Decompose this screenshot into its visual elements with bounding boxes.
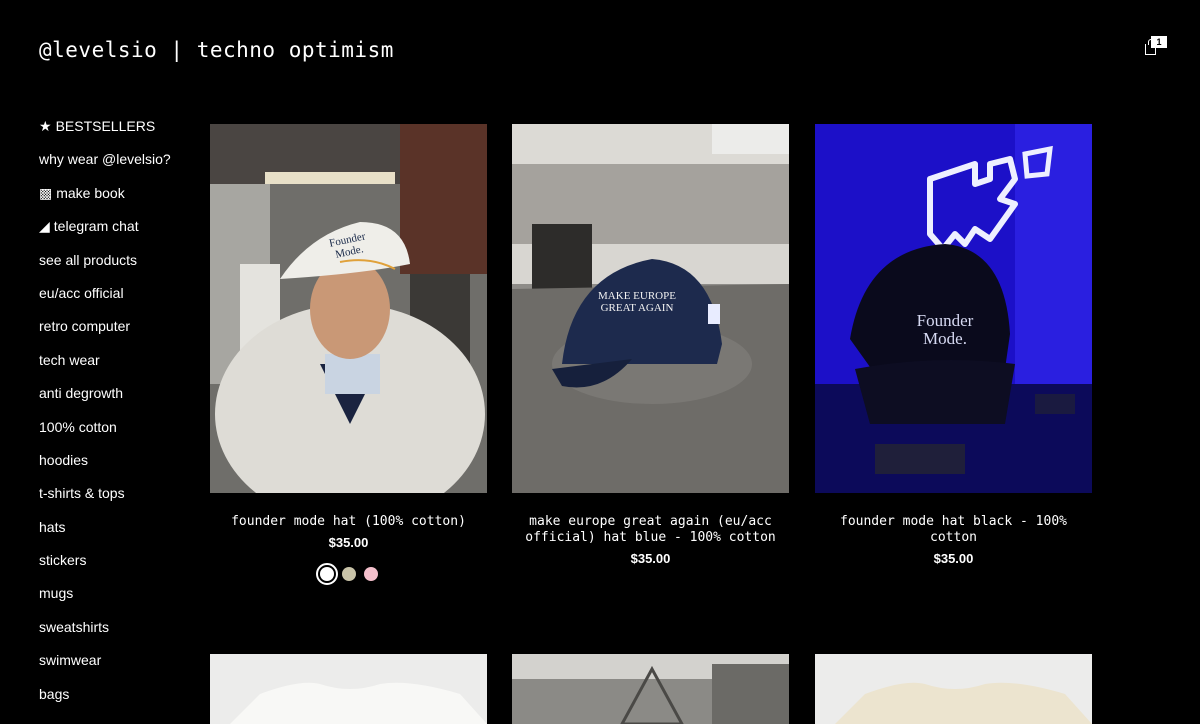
sidebar-item-why-wear[interactable]: why wear @levelsio?: [39, 150, 199, 183]
swatch-khaki[interactable]: [341, 567, 356, 581]
sidebar-item-hats[interactable]: hats: [39, 518, 199, 551]
cart-count-badge: 1: [1151, 36, 1167, 48]
product-image[interactable]: Founder Mode.: [815, 124, 1092, 493]
sidebar-item-tshirts[interactable]: t-shirts & tops: [39, 484, 199, 517]
sidebar-item-telegram-chat[interactable]: ◢ telegram chat: [39, 217, 199, 250]
product-card[interactable]: [512, 654, 789, 724]
white-tee-photo: [210, 654, 487, 724]
product-card[interactable]: Founder Mode. founder mode hat black - 1…: [815, 124, 1092, 566]
swatch-pink[interactable]: [363, 567, 378, 581]
star-icon: ★: [39, 118, 52, 134]
product-card[interactable]: MAKE EUROPE GREAT AGAIN make europe grea…: [512, 124, 789, 566]
sidebar-item-all-products[interactable]: see all products: [39, 251, 199, 284]
sidebar-item-eu-acc[interactable]: eu/acc official: [39, 284, 199, 317]
cart-button[interactable]: 1: [1143, 36, 1171, 62]
sidebar-nav: ★ BESTSELLERS why wear @levelsio? ▩ make b…: [39, 117, 199, 718]
sidebar-item-make-book[interactable]: ▩ make book: [39, 184, 199, 217]
product-price: $35.00: [630, 551, 671, 566]
product-card[interactable]: Founder Mode. founder mode hat (100% cot…: [210, 124, 487, 585]
svg-text:Founder: Founder: [917, 311, 974, 330]
sidebar-item-mugs[interactable]: mugs: [39, 584, 199, 617]
product-image[interactable]: MAKE EUROPE GREAT AGAIN: [512, 124, 789, 493]
product-card[interactable]: [815, 654, 1092, 724]
sidebar-item-hoodies[interactable]: hoodies: [39, 451, 199, 484]
sidebar-item-cotton[interactable]: 100% cotton: [39, 418, 199, 451]
sidebar-item-retro-computer[interactable]: retro computer: [39, 317, 199, 350]
product-image[interactable]: [210, 654, 487, 724]
sidebar-item-sweatshirts[interactable]: sweatshirts: [39, 618, 199, 651]
book-icon: ▩: [39, 184, 53, 201]
color-swatches: [210, 563, 487, 585]
svg-text:GREAT AGAIN: GREAT AGAIN: [601, 302, 674, 314]
swatch-white[interactable]: [315, 563, 338, 585]
product-price: $35.00: [328, 535, 369, 550]
sidebar-item-anti-degrowth[interactable]: anti degrowth: [39, 384, 199, 417]
product-name[interactable]: make europe great again (eu/acc official…: [512, 514, 789, 546]
svg-text:MAKE EUROPE: MAKE EUROPE: [598, 290, 676, 302]
product-image[interactable]: [815, 654, 1092, 724]
product-name[interactable]: founder mode hat (100% cotton): [210, 514, 487, 530]
sidebar-item-bestsellers[interactable]: ★ BESTSELLERS: [39, 117, 199, 150]
computer-room-photo: [512, 654, 789, 724]
founder-mode-black-hat-photo: Founder Mode.: [815, 124, 1092, 493]
sidebar-item-stickers[interactable]: stickers: [39, 551, 199, 584]
founder-mode-hat-photo: Founder Mode.: [210, 124, 487, 493]
site-title[interactable]: @levelsio | techno optimism: [39, 38, 394, 62]
svg-text:Mode.: Mode.: [923, 329, 967, 348]
sidebar-item-tech-wear[interactable]: tech wear: [39, 351, 199, 384]
sidebar-item-swimwear[interactable]: swimwear: [39, 651, 199, 684]
sidebar-item-bags[interactable]: bags: [39, 685, 199, 718]
product-card[interactable]: [210, 654, 487, 724]
product-price: $35.00: [933, 551, 974, 566]
product-image[interactable]: [512, 654, 789, 724]
telegram-icon: ◢: [39, 218, 50, 235]
product-image[interactable]: Founder Mode.: [210, 124, 487, 493]
make-europe-hat-photo: MAKE EUROPE GREAT AGAIN: [512, 124, 789, 493]
cream-tee-photo: [815, 654, 1092, 724]
product-name[interactable]: founder mode hat black - 100% cotton: [815, 514, 1092, 546]
